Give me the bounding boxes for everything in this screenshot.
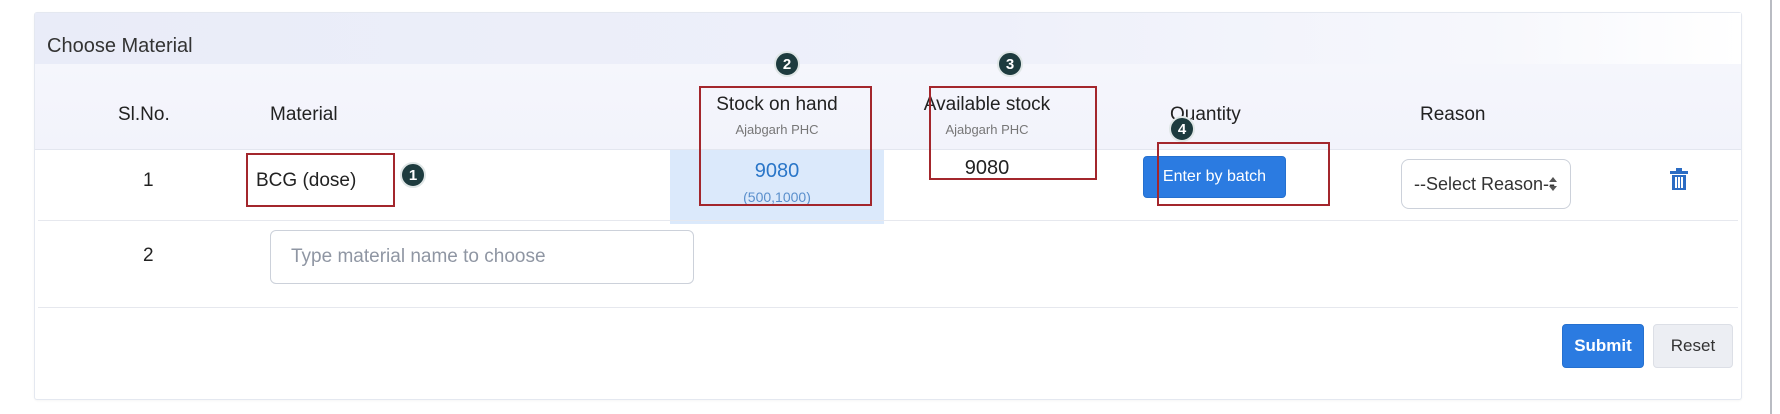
annotation-badge-2: 2 [774, 51, 800, 77]
select-arrows-icon [1549, 177, 1557, 191]
annotation-badge-4: 4 [1169, 116, 1195, 142]
header-material: Material [270, 104, 338, 125]
reason-select[interactable]: --Select Reason-- [1401, 159, 1571, 209]
panel-title: Choose Material [47, 35, 193, 57]
material-search-input[interactable] [270, 230, 694, 284]
row-2-slno: 2 [143, 245, 154, 266]
reset-button[interactable]: Reset [1653, 324, 1733, 368]
reason-select-value: --Select Reason-- [1414, 173, 1556, 194]
highlight-stock-on-hand [699, 86, 872, 206]
highlight-available-stock [929, 86, 1097, 180]
row-1-slno: 1 [143, 170, 154, 191]
row-divider [38, 307, 1738, 308]
scrollbar[interactable] [1770, 0, 1772, 414]
highlight-quantity-button [1157, 142, 1330, 206]
header-reason: Reason [1420, 104, 1486, 125]
highlight-material [246, 153, 395, 207]
header-slno: Sl.No. [118, 104, 170, 125]
submit-button[interactable]: Submit [1562, 324, 1644, 368]
annotation-badge-3: 3 [997, 51, 1023, 77]
annotation-badge-1: 1 [400, 162, 426, 188]
delete-row-icon[interactable] [1670, 168, 1688, 190]
row-divider [38, 220, 1738, 221]
